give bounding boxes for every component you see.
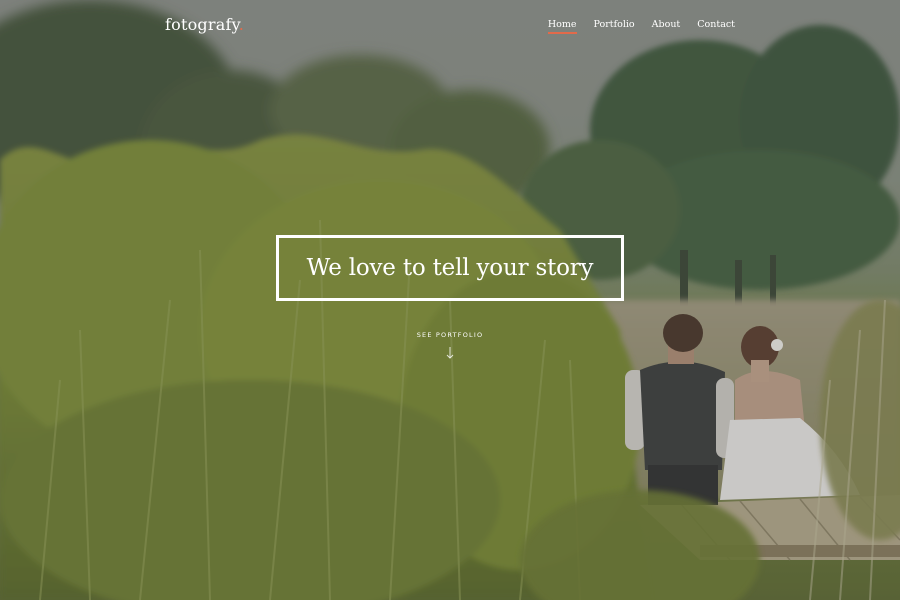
hero-section: fotografy. Home Portfolio About Contact … [0, 0, 900, 600]
brand-name: fotografy [165, 15, 239, 34]
hero-headline: We love to tell your story [306, 255, 594, 281]
nav-link-home[interactable]: Home [547, 19, 577, 34]
nav-link-portfolio[interactable]: Portfolio [594, 19, 635, 34]
arrow-down-icon[interactable] [444, 346, 456, 360]
headline-box: We love to tell your story [276, 235, 624, 301]
brand-logo[interactable]: fotografy. [165, 15, 244, 34]
see-portfolio-link[interactable]: SEE PORTFOLIO [350, 331, 550, 339]
nav-link-about[interactable]: About [652, 19, 681, 34]
nav-link-contact[interactable]: Contact [697, 19, 735, 34]
main-nav: Home Portfolio About Contact [547, 19, 735, 34]
brand-dot: . [238, 15, 244, 34]
